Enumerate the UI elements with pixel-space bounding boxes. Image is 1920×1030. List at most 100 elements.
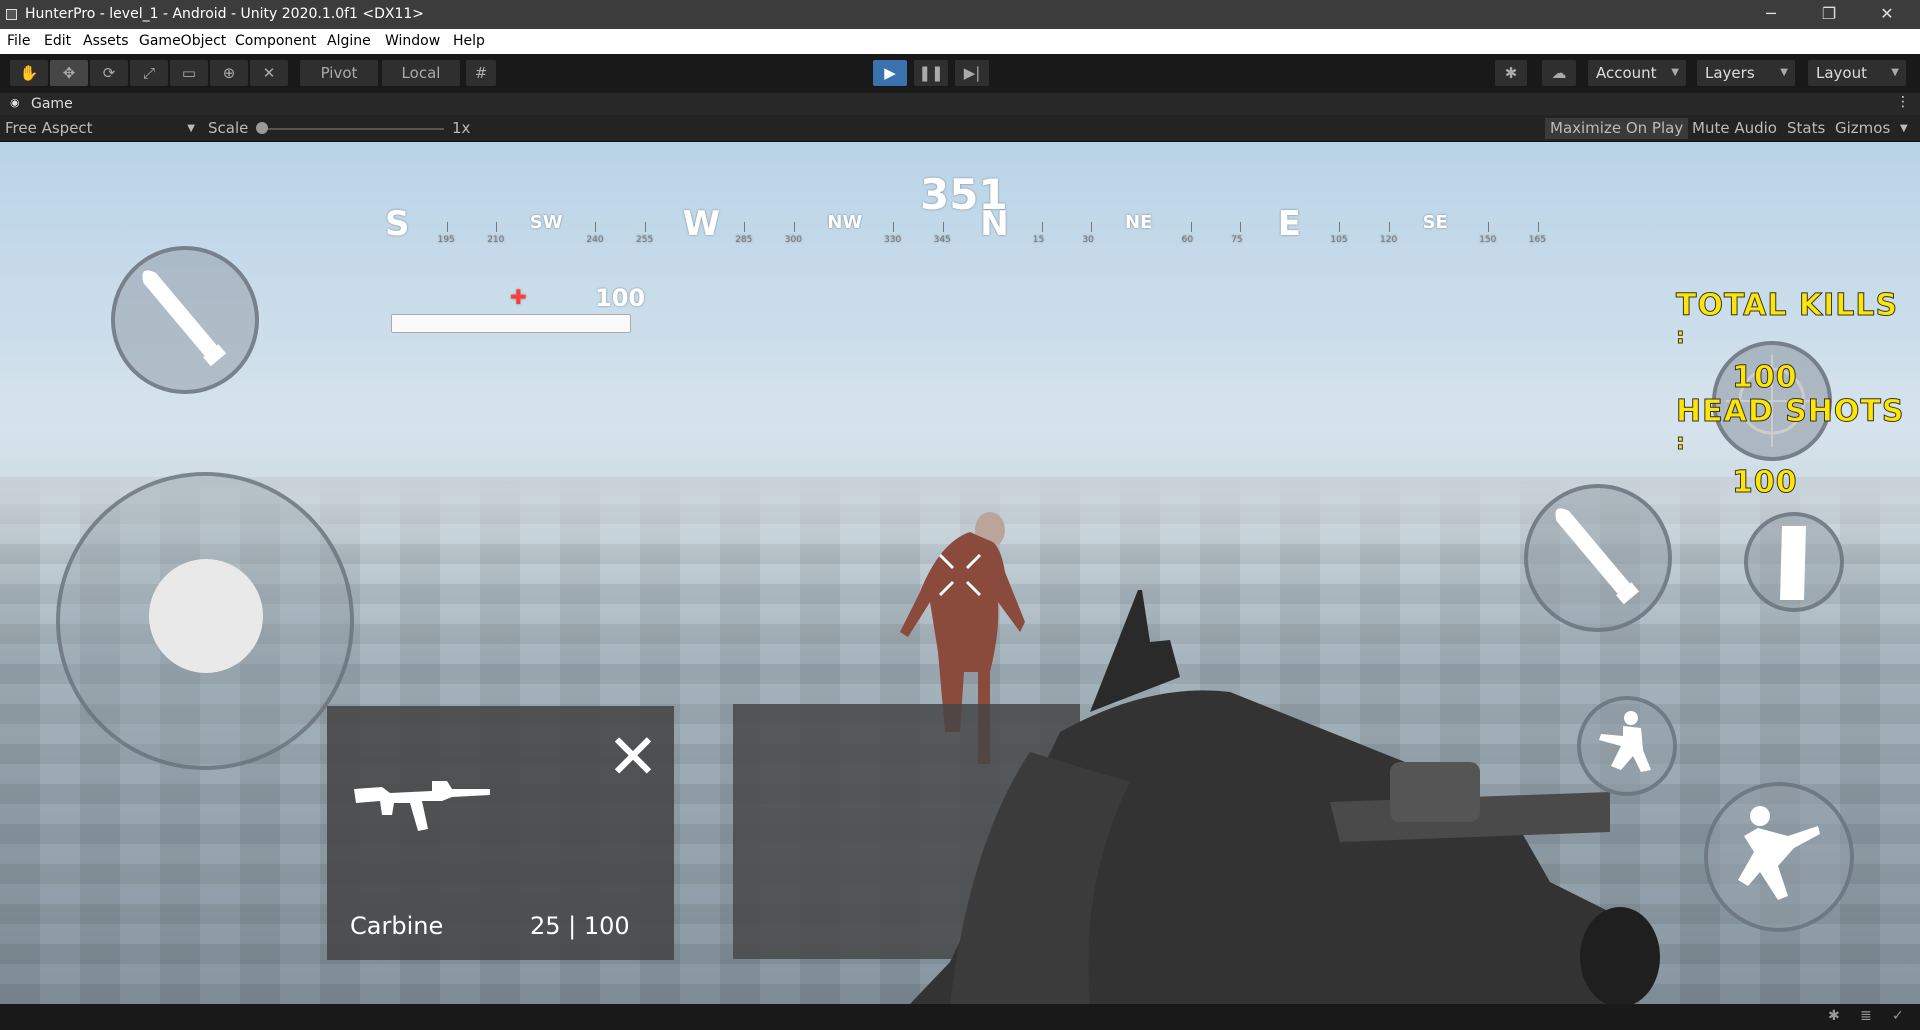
- compass-degree: 255: [636, 235, 654, 245]
- compass-tick: [1537, 222, 1539, 232]
- fire-button-right[interactable]: [1524, 484, 1672, 632]
- rifle-icon: [354, 781, 490, 831]
- player-rifle: [910, 590, 1660, 1004]
- move-tool-icon[interactable]: ✥: [50, 60, 88, 86]
- main-toolbar: ✋ ✥ ⟳ ⤢ ▭ ⊕ ✕ Pivot Local # ▶ ❚❚ ▶| ✱ ☁ …: [0, 54, 1920, 93]
- rotate-tool-icon[interactable]: ⟳: [90, 60, 128, 86]
- maximize-button[interactable]: ❐: [1806, 2, 1852, 26]
- tab-game[interactable]: Game: [31, 96, 73, 112]
- reload-button[interactable]: [1744, 512, 1844, 612]
- compass-degree: 210: [487, 235, 505, 245]
- minimize-button[interactable]: ─: [1748, 2, 1794, 26]
- aspect-label: Free Aspect: [5, 119, 93, 137]
- collab-icon[interactable]: ✱: [1495, 60, 1527, 86]
- stats-toggle[interactable]: Stats: [1787, 118, 1825, 139]
- close-weapon-icon[interactable]: ✕: [607, 726, 659, 788]
- scale-label: Scale: [208, 119, 249, 137]
- bug-icon[interactable]: ✱: [1828, 1008, 1840, 1024]
- compass-degree: 150: [1479, 235, 1497, 245]
- game-viewport[interactable]: 351 S 195 210 SW 240 255 W 285 300 NW 330 345 N 15 30 N…: [0, 142, 1920, 1004]
- health-bar: [391, 314, 631, 333]
- head-shots-value: 100: [1732, 465, 1798, 501]
- chevron-down-icon: ▼: [1671, 67, 1679, 78]
- step-button[interactable]: ▶|: [955, 60, 989, 86]
- compass-label: S: [385, 204, 410, 244]
- account-dropdown[interactable]: Account ▼: [1588, 60, 1686, 86]
- more-options-icon[interactable]: ⋮: [1896, 94, 1910, 110]
- total-kills-label: TOTAL KILLS: [1675, 288, 1899, 324]
- rect-tool-icon[interactable]: ▭: [170, 60, 208, 86]
- custom-tool-icon[interactable]: ✕: [250, 60, 288, 86]
- account-label: Account: [1596, 64, 1657, 82]
- menu-file[interactable]: File: [7, 33, 30, 49]
- unity-logo-icon: [6, 9, 17, 20]
- compass-degree: 345: [933, 235, 951, 245]
- maximize-on-play-toggle[interactable]: Maximize On Play: [1545, 118, 1689, 139]
- play-button[interactable]: ▶: [873, 60, 907, 86]
- layers-label: Layers: [1705, 64, 1755, 82]
- status-bar: ✱ ≣ ✓: [0, 1004, 1920, 1030]
- compass-tick: [1240, 222, 1242, 232]
- health-bar-fill: [392, 315, 630, 332]
- compass-degree: 120: [1380, 235, 1398, 245]
- compass-tick: [595, 222, 597, 232]
- grid-snap-icon[interactable]: #: [466, 60, 496, 86]
- compass-label: SE: [1422, 212, 1448, 233]
- layers-stack-icon[interactable]: ≣: [1860, 1008, 1872, 1024]
- fire-button[interactable]: [111, 246, 259, 394]
- local-toggle[interactable]: Local: [382, 60, 460, 86]
- mute-audio-toggle[interactable]: Mute Audio: [1692, 118, 1777, 139]
- aspect-dropdown[interactable]: Free Aspect ▼: [5, 118, 197, 139]
- scale-slider[interactable]: [258, 128, 444, 130]
- chevron-down-icon: ▼: [1780, 67, 1788, 78]
- window-titlebar: HunterPro - level_1 - Android - Unity 20…: [0, 0, 1920, 29]
- menu-edit[interactable]: Edit: [44, 33, 71, 49]
- menu-gameobject[interactable]: GameObject: [139, 33, 226, 49]
- compass-degree: 240: [586, 235, 604, 245]
- compass-degree: 15: [1032, 235, 1045, 245]
- transform-tool-icon[interactable]: ⊕: [210, 60, 248, 86]
- chevron-down-icon[interactable]: ▼: [1900, 118, 1908, 139]
- menu-assets[interactable]: Assets: [83, 33, 129, 49]
- total-kills-colon: :: [1676, 324, 1686, 350]
- menu-component[interactable]: Component: [235, 33, 316, 49]
- menu-window[interactable]: Window: [385, 33, 440, 49]
- compass-degree: 30: [1082, 235, 1094, 245]
- joystick-knob[interactable]: [149, 559, 263, 673]
- scale-slider-handle[interactable]: [256, 122, 268, 134]
- cloud-icon[interactable]: ☁: [1542, 60, 1576, 86]
- menu-help[interactable]: Help: [453, 33, 485, 49]
- close-window-button[interactable]: ✕: [1864, 2, 1910, 26]
- compass-tick: [446, 222, 448, 232]
- compass-degree: 105: [1330, 235, 1348, 245]
- check-icon[interactable]: ✓: [1892, 1008, 1904, 1024]
- compass-degree: 60: [1181, 235, 1194, 245]
- pivot-toggle[interactable]: Pivot: [300, 60, 378, 86]
- layers-dropdown[interactable]: Layers ▼: [1697, 60, 1795, 86]
- jump-figure-icon: [1738, 806, 1820, 900]
- jump-button[interactable]: [1704, 782, 1854, 932]
- menu-bar: File Edit Assets GameObject Component Al…: [0, 29, 1920, 54]
- movement-joystick[interactable]: [56, 472, 354, 770]
- menu-algine[interactable]: Algine: [327, 33, 371, 49]
- pivot-label: Pivot: [320, 64, 358, 82]
- layout-dropdown[interactable]: Layout ▼: [1808, 60, 1906, 86]
- gizmos-toggle[interactable]: Gizmos: [1835, 118, 1890, 139]
- compass-degree: 75: [1231, 235, 1243, 245]
- scale-tool-icon[interactable]: ⤢: [130, 60, 168, 86]
- compass-tick: [496, 222, 498, 232]
- health-cross-icon: ✚: [510, 285, 527, 309]
- hand-tool-icon[interactable]: ✋: [10, 60, 48, 86]
- pause-button[interactable]: ❚❚: [914, 60, 948, 86]
- bullet-icon: [142, 270, 227, 367]
- game-view-controls: Free Aspect ▼ Scale 1x Maximize On Play …: [0, 115, 1920, 142]
- compass-label: E: [1277, 204, 1302, 244]
- ammo-count: 25 | 100: [530, 912, 630, 940]
- compass-tick: [893, 222, 894, 232]
- local-label: Local: [401, 64, 441, 82]
- weapon-card[interactable]: ✕ Carbine 25 | 100: [327, 706, 674, 960]
- compass-tick: [744, 222, 746, 232]
- compass-label: SW: [529, 212, 563, 233]
- compass-tick: [1488, 222, 1490, 232]
- crouch-button[interactable]: [1577, 696, 1677, 796]
